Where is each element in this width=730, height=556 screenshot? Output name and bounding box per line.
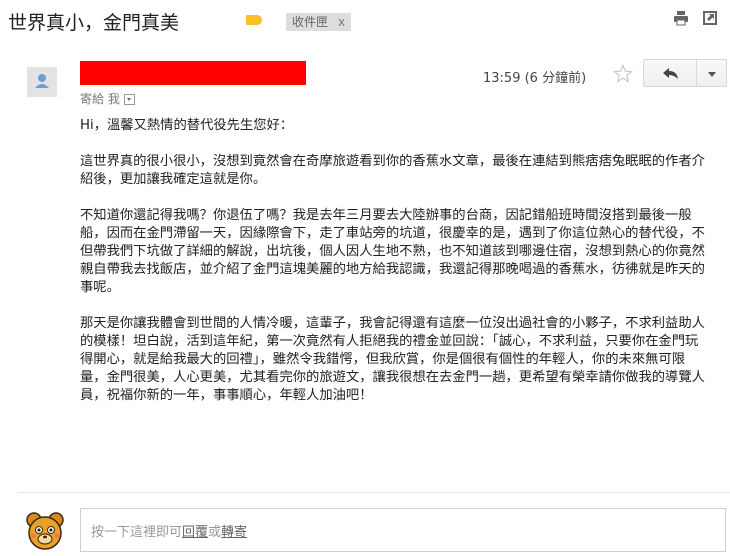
reply-link[interactable]: 回覆 — [182, 525, 208, 540]
reply-arrow-icon — [663, 68, 678, 79]
person-icon — [35, 74, 49, 88]
message-timestamp: 13:59 (6 分鐘前) — [483, 71, 587, 86]
forward-link[interactable]: 轉寄 — [221, 525, 247, 540]
body-paragraph: 這世界真的很小很小，沒想到竟然會在奇摩旅遊看到你的香蕉水文章，最後在連結到熊痞痞… — [80, 154, 705, 187]
recipient-line[interactable]: 寄給 我 — [80, 90, 135, 107]
remove-label-button[interactable]: x — [338, 15, 345, 29]
body-greeting: Hi，溫馨又熱情的替代役先生您好： — [80, 118, 294, 133]
more-actions-button[interactable] — [697, 59, 727, 87]
recipient-details-dropdown-icon[interactable] — [123, 94, 135, 105]
message-body: Hi，溫馨又熱情的替代役先生您好： 這世界真的很小很小，沒想到竟然會在奇摩旅遊看… — [80, 117, 710, 423]
recipient-text: 寄給 我 — [80, 92, 120, 106]
reply-or-text: 或 — [208, 525, 222, 540]
reply-button[interactable] — [643, 59, 697, 87]
bear-avatar-icon — [24, 510, 66, 556]
sender-avatar[interactable] — [27, 67, 57, 97]
more-dropdown-icon — [708, 72, 716, 77]
reply-prompt-text: 按一下這裡即可 — [91, 525, 183, 540]
body-paragraph: 不知道你還記得我嗎？你退伍了嗎？我是去年三月要去大陸辦事的台商，因記錯船班時間沒… — [80, 208, 705, 295]
quick-reply-box[interactable]: 按一下這裡即可回覆或轉寄 — [80, 508, 726, 552]
reply-divider — [18, 492, 730, 493]
star-icon[interactable] — [612, 63, 634, 88]
important-label-icon[interactable] — [246, 15, 262, 25]
inbox-label-text: 收件匣 — [292, 15, 329, 29]
popout-icon[interactable] — [702, 10, 718, 30]
sender-name-redacted — [80, 61, 306, 85]
inbox-label-chip[interactable]: 收件匣 x — [286, 13, 352, 31]
print-icon[interactable] — [673, 10, 689, 30]
body-paragraph: 那天是你讓我體會到世間的人情冷暖，這輩子，我會記得還有這麼一位沒出過社會的小夥子… — [80, 316, 705, 403]
email-subject: 世界真小，金門真美 — [8, 12, 180, 34]
